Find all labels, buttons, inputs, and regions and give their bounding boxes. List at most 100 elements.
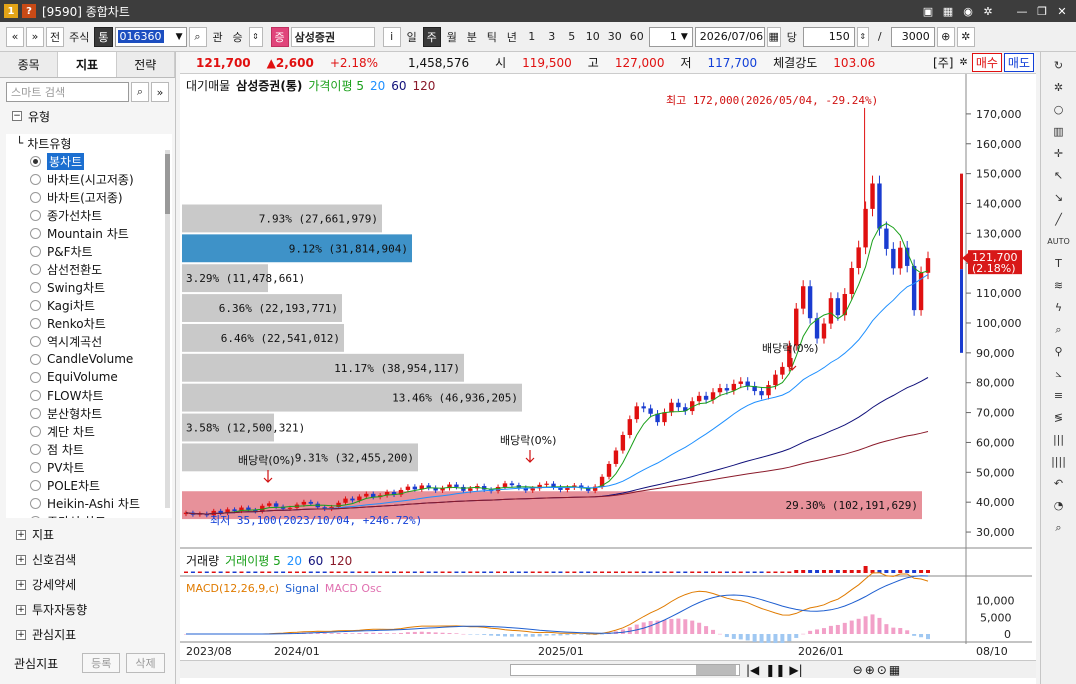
chart-type-item[interactable]: P&F차트 bbox=[6, 242, 172, 260]
refresh-icon[interactable]: ↻ bbox=[1050, 56, 1068, 75]
tab-indicators[interactable]: 지표 bbox=[58, 52, 117, 77]
chart-type-item[interactable]: 주가선 차트 bbox=[6, 512, 172, 518]
count-input[interactable]: 150 bbox=[802, 26, 855, 47]
tab-stocks[interactable]: 종목 bbox=[0, 52, 59, 77]
vertical-lines-icon[interactable]: ||| bbox=[1050, 430, 1068, 449]
chart-type-item[interactable]: 삼선전환도 bbox=[6, 260, 172, 278]
radio-icon[interactable] bbox=[30, 371, 41, 383]
zigzag-icon[interactable]: ≶ bbox=[1050, 408, 1068, 427]
chart-type-item[interactable]: CandleVolume bbox=[6, 350, 172, 368]
chart-type-item[interactable]: 바차트(고저종) bbox=[6, 188, 172, 206]
undo-icon[interactable]: ↶ bbox=[1050, 474, 1068, 493]
zoom-in-icon[interactable]: ⊕ bbox=[865, 663, 875, 677]
search-icon[interactable]: ⌕ bbox=[1050, 518, 1068, 537]
stock-name[interactable]: 삼성증권 bbox=[290, 26, 375, 47]
chart-type-item[interactable]: 점 차트 bbox=[6, 440, 172, 458]
period-month[interactable]: 월 bbox=[443, 27, 461, 47]
count-select[interactable]: 1 ▼ bbox=[648, 26, 693, 47]
stepper-icon[interactable]: ⇕ bbox=[248, 26, 263, 47]
zoom-reset-icon[interactable]: ⊙ bbox=[877, 663, 887, 677]
arrow-cursor-icon[interactable]: ↖ bbox=[1050, 166, 1068, 185]
last-page-icon[interactable]: ▶| bbox=[789, 663, 802, 677]
restore-icon[interactable]: ❐ bbox=[1034, 3, 1050, 19]
tree-scrollbar[interactable] bbox=[165, 150, 170, 508]
parallel-lines-icon[interactable]: ≡ bbox=[1050, 386, 1068, 405]
sung-button[interactable]: 승 bbox=[229, 27, 247, 47]
close-icon[interactable]: ✕ bbox=[1054, 3, 1070, 19]
zoom-out-icon[interactable]: ⊖ bbox=[853, 663, 863, 677]
radio-icon[interactable] bbox=[30, 317, 41, 329]
horizontal-scrollbar[interactable] bbox=[510, 663, 740, 676]
gwan-button[interactable]: 관 bbox=[209, 27, 227, 47]
chart-type-item[interactable]: FLOW차트 bbox=[6, 386, 172, 404]
chart-type-item[interactable]: 바차트(시고저종) bbox=[6, 170, 172, 188]
minimize-icon[interactable]: — bbox=[1014, 3, 1030, 19]
section-type[interactable]: − 유형 bbox=[0, 106, 175, 126]
first-page-icon[interactable]: |◀ bbox=[746, 663, 759, 677]
circle-icon[interactable]: ○ bbox=[1050, 100, 1068, 119]
group-favorite-indicators[interactable]: + 관심지표 bbox=[6, 622, 172, 647]
radio-icon[interactable] bbox=[30, 173, 41, 185]
search-icon[interactable]: ⌕ bbox=[131, 82, 149, 102]
code-input[interactable]: 016360 ▼ bbox=[114, 26, 187, 47]
radio-icon[interactable] bbox=[30, 245, 41, 257]
radio-icon[interactable] bbox=[30, 515, 41, 518]
chevron-down-icon[interactable]: ▼ bbox=[176, 32, 183, 42]
radio-icon[interactable] bbox=[30, 353, 41, 365]
group-indicators[interactable]: + 지표 bbox=[6, 522, 172, 547]
chart-type-item[interactable]: EquiVolume bbox=[6, 368, 172, 386]
chart-type-item[interactable]: 분산형차트 bbox=[6, 404, 172, 422]
count-stepper[interactable]: ⇕ bbox=[856, 26, 869, 47]
group-signal-search[interactable]: + 신호검색 bbox=[6, 547, 172, 572]
radio-icon[interactable] bbox=[30, 281, 41, 293]
chart-type-item[interactable]: 역시계곡선 bbox=[6, 332, 172, 350]
radio-icon[interactable] bbox=[30, 335, 41, 347]
next-button[interactable]: » bbox=[26, 26, 44, 47]
all-button[interactable]: 전 bbox=[46, 26, 65, 47]
prev-button[interactable]: « bbox=[6, 26, 24, 47]
smart-search-input[interactable]: 스마트 검색 bbox=[6, 82, 129, 102]
radio-icon[interactable] bbox=[30, 227, 41, 239]
auto-trend-icon[interactable]: AUTO bbox=[1047, 232, 1070, 251]
info-button[interactable]: i bbox=[382, 26, 401, 47]
radio-icon[interactable] bbox=[30, 155, 41, 167]
radio-icon[interactable] bbox=[30, 389, 41, 401]
chart-type-item[interactable]: 계단 차트 bbox=[6, 422, 172, 440]
radio-icon[interactable] bbox=[30, 191, 41, 203]
gear-icon[interactable]: ✲ bbox=[1050, 78, 1068, 97]
radio-icon[interactable] bbox=[30, 497, 41, 509]
radio-icon[interactable] bbox=[30, 461, 41, 473]
text-icon[interactable]: T bbox=[1050, 254, 1068, 273]
total-input[interactable]: 3000 bbox=[890, 26, 935, 47]
chart-type-item[interactable]: Kagi차트 bbox=[6, 296, 172, 314]
market-flag[interactable]: 통 bbox=[94, 26, 113, 47]
pause-icon[interactable]: ❚❚ bbox=[765, 663, 785, 677]
radio-icon[interactable] bbox=[30, 209, 41, 221]
chart-type-item[interactable]: POLE차트 bbox=[6, 476, 172, 494]
diagonal-arrow-icon[interactable]: ↘ bbox=[1050, 188, 1068, 207]
help-icon[interactable]: ? bbox=[22, 4, 36, 18]
radio-icon[interactable] bbox=[30, 407, 41, 419]
chart-type-item[interactable]: Swing차트 bbox=[6, 278, 172, 296]
camera-icon[interactable]: ◉ bbox=[960, 3, 976, 19]
tree-parent[interactable]: └ 차트유형 bbox=[6, 134, 172, 152]
group-strength[interactable]: + 강세약세 bbox=[6, 572, 172, 597]
layout-icon[interactable]: ▦ bbox=[889, 663, 900, 677]
settings-icon[interactable]: ✲ bbox=[956, 26, 975, 47]
group-investor-trend[interactable]: + 투자자동향 bbox=[6, 597, 172, 622]
collapse-icon[interactable]: − bbox=[12, 111, 22, 121]
chart-type-item[interactable]: Mountain 차트 bbox=[6, 224, 172, 242]
trendline-icon[interactable]: ╱ bbox=[1050, 210, 1068, 229]
interval-10[interactable]: 10 bbox=[583, 27, 603, 47]
cross-cursor-icon[interactable]: ✛ bbox=[1050, 144, 1068, 163]
add-icon[interactable]: ⊕ bbox=[936, 26, 955, 47]
expand-icon[interactable]: » bbox=[151, 82, 169, 102]
calendar-icon[interactable]: ▦ bbox=[766, 26, 781, 47]
interval-3[interactable]: 3 bbox=[543, 27, 561, 47]
search-icon[interactable]: ⌕ bbox=[188, 26, 207, 47]
dang-button[interactable]: 당 bbox=[783, 27, 801, 47]
bar-chart-icon[interactable]: ▥ bbox=[1050, 122, 1068, 141]
radio-icon[interactable] bbox=[30, 443, 41, 455]
fibonacci-icon[interactable]: ≋ bbox=[1050, 276, 1068, 295]
angle-icon[interactable]: ⦣ bbox=[1050, 364, 1068, 383]
